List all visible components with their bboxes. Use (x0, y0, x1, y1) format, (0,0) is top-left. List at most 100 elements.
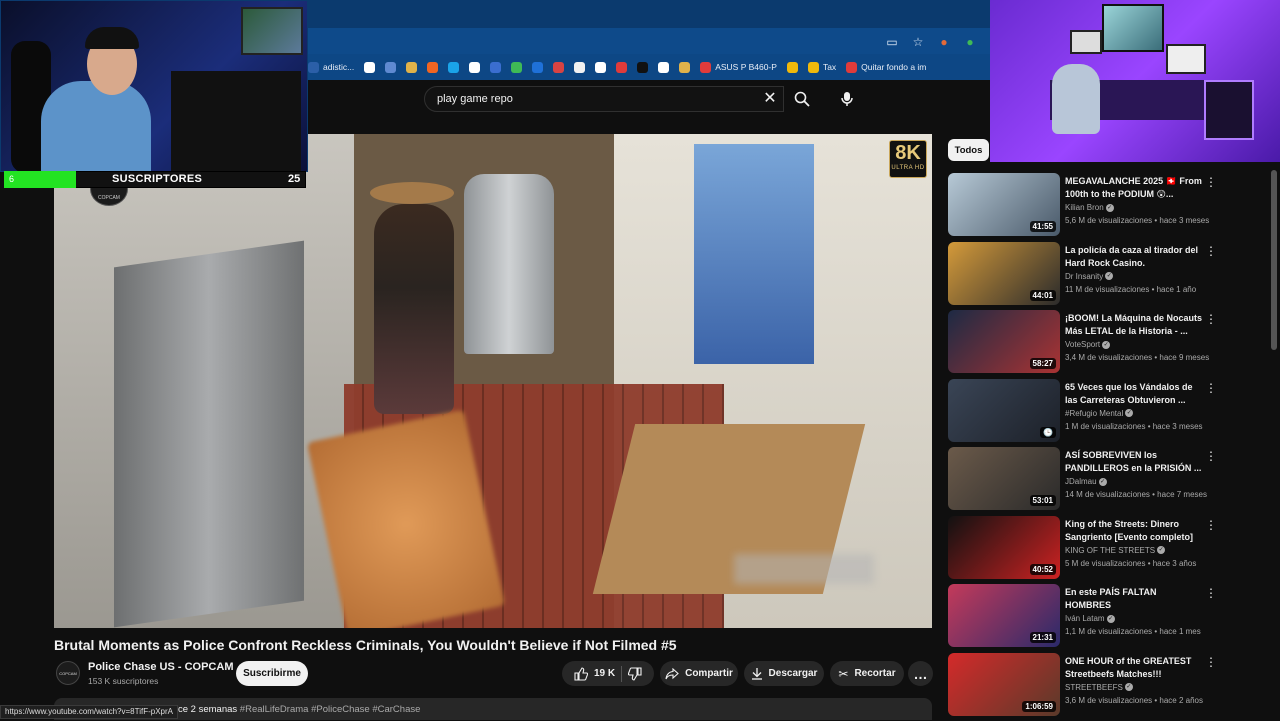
recommendation-title[interactable]: ¡BOOM! La Máquina de Nocauts Más LETAL d… (1065, 312, 1203, 338)
download-icon (751, 667, 763, 680)
bookmark-item[interactable] (448, 62, 459, 73)
recommendation-title[interactable]: MEGAVALANCHE 2025 🇨🇭 From 100th to the P… (1065, 175, 1203, 201)
bookmark-item[interactable] (469, 62, 480, 73)
video-player[interactable]: COPCAM 8K ULTRA HD (54, 134, 932, 628)
recommendation-channel[interactable]: #Refugio Mental✓ (1065, 409, 1133, 418)
bookmark-item[interactable]: Tax (808, 62, 836, 73)
recommendation-thumbnail[interactable]: 53:01 (948, 447, 1060, 510)
recommendation-item[interactable]: 53:01ASÍ SOBREVIVEN los PANDILLEROS en l… (948, 447, 1272, 516)
channel-avatar[interactable]: COPCAM (56, 661, 80, 685)
bookmark-item[interactable] (574, 62, 585, 73)
bookmark-label: adistic... (323, 62, 354, 72)
recommendation-thumbnail[interactable]: 41:55 (948, 173, 1060, 236)
extension-icon[interactable]: ● (937, 35, 951, 49)
kebab-menu-icon[interactable]: ⋮ (1205, 655, 1217, 669)
description-hashtags[interactable]: #RealLifeDrama #PoliceChase #CarChase (240, 704, 421, 715)
recommendation-thumbnail[interactable]: 58:27 (948, 310, 1060, 373)
bookmark-item[interactable]: ASUS P B460-P (700, 62, 777, 73)
search-icon (794, 91, 810, 107)
recommendation-thumbnail[interactable]: 40:52 (948, 516, 1060, 579)
recommendation-item[interactable]: 41:55MEGAVALANCHE 2025 🇨🇭 From 100th to … (948, 173, 1272, 242)
recommendation-thumbnail[interactable]: 1:06:59 (948, 653, 1060, 716)
bookmark-star-icon[interactable]: ☆ (911, 35, 925, 49)
bookmark-item[interactable] (427, 62, 438, 73)
search-input[interactable]: play game repo (424, 86, 784, 112)
clip-button[interactable]: ✂ Recortar (830, 661, 904, 686)
channel-name: Dr Insanity (1065, 272, 1103, 281)
search-button[interactable] (786, 86, 818, 112)
bookmark-favicon-icon (308, 62, 319, 73)
recommendation-item[interactable]: 1:06:59ONE HOUR of the GREATEST Streetbe… (948, 653, 1272, 721)
recommendation-item[interactable]: 58:27¡BOOM! La Máquina de Nocauts Más LE… (948, 310, 1272, 379)
description-preview: ce 2 semanas #RealLifeDrama #PoliceChase… (178, 704, 420, 715)
bookmark-item[interactable] (637, 62, 648, 73)
recommendation-channel[interactable]: VoteSport✓ (1065, 340, 1110, 349)
recommendation-title[interactable]: King of the Streets: Dinero Sangriento [… (1065, 518, 1203, 544)
recommendation-channel[interactable]: Iván Latam✓ (1065, 614, 1115, 623)
bookmark-item[interactable] (679, 62, 690, 73)
bookmark-item[interactable] (553, 62, 564, 73)
like-count[interactable]: 19 K (594, 668, 615, 679)
kebab-menu-icon[interactable]: ⋮ (1205, 244, 1217, 258)
bookmark-item[interactable] (490, 62, 501, 73)
kebab-menu-icon[interactable]: ⋮ (1205, 586, 1217, 600)
recommendation-title[interactable]: ONE HOUR of the GREATEST Streetbeefs Mat… (1065, 655, 1203, 681)
kebab-menu-icon[interactable]: ⋮ (1205, 312, 1217, 326)
bookmark-favicon-icon (532, 62, 543, 73)
recommendation-channel[interactable]: KING OF THE STREETS✓ (1065, 546, 1165, 555)
recommendation-title[interactable]: La policía da caza al tirador del Hard R… (1065, 244, 1203, 270)
bookmark-item[interactable] (364, 62, 375, 73)
share-button[interactable]: Compartir (660, 661, 738, 686)
scissors-icon: ✂ (838, 667, 848, 681)
recommendation-item[interactable]: 40:52 King of the Streets: Dinero Sangrie… (948, 516, 1272, 585)
kebab-menu-icon[interactable]: ⋮ (1205, 518, 1217, 532)
recommendation-title[interactable]: ASÍ SOBREVIVEN los PANDILLEROS en la PRI… (1065, 449, 1203, 475)
thumbs-up-icon[interactable] (574, 667, 588, 681)
more-actions-button[interactable]: … (908, 661, 933, 686)
bookmark-favicon-icon (616, 62, 627, 73)
bookmark-item[interactable]: adistic... (308, 62, 354, 73)
bookmark-item[interactable] (511, 62, 522, 73)
recommendation-item[interactable]: 44:01La policía da caza al tirador del H… (948, 242, 1272, 311)
recommendation-thumbnail[interactable]: 🕒 (948, 379, 1060, 442)
filter-chip-all[interactable]: Todos (948, 139, 989, 161)
bookmark-label: Tax (823, 62, 836, 72)
channel-name[interactable]: Police Chase US - COPCAM (88, 661, 233, 673)
recommendation-thumbnail[interactable]: 44:01 (948, 242, 1060, 305)
watch-later-icon[interactable]: 🕒 (1040, 427, 1056, 438)
video-duration: 40:52 (1030, 564, 1056, 575)
clear-search-icon[interactable]: ✕ (762, 90, 778, 108)
video-title: Brutal Moments as Police Confront Reckle… (54, 637, 677, 653)
recommendation-item[interactable]: 21:31En este PAÍS FALTAN HOMBRES Iván Lat… (948, 584, 1272, 653)
bookmark-item[interactable] (787, 62, 798, 73)
cast-icon[interactable]: ▭ (885, 35, 899, 49)
scene-mixer (464, 174, 554, 354)
channel-name: #Refugio Mental (1065, 409, 1123, 418)
voice-search-button[interactable] (834, 86, 860, 112)
kebab-menu-icon[interactable]: ⋮ (1205, 175, 1217, 189)
subscribe-button[interactable]: Suscribirme (236, 661, 308, 686)
bookmark-item[interactable] (406, 62, 417, 73)
recommendation-channel[interactable]: STREETBEEFS✓ (1065, 683, 1133, 692)
recommendation-channel[interactable]: Dr Insanity✓ (1065, 272, 1113, 281)
recommendation-meta: 3,4 M de visualizaciones • hace 9 meses (1065, 353, 1209, 362)
recommendation-item[interactable]: 🕒 65 Veces que los Vándalos de las Carret… (948, 379, 1272, 448)
bookmark-item[interactable] (658, 62, 669, 73)
recommendation-title[interactable]: En este PAÍS FALTAN HOMBRES (1065, 586, 1203, 612)
extension-icon[interactable]: ● (963, 35, 977, 49)
bookmark-item[interactable]: Quitar fondo a im (846, 62, 926, 73)
download-button[interactable]: Descargar (744, 661, 824, 686)
kebab-menu-icon[interactable]: ⋮ (1205, 381, 1217, 395)
thumbs-down-icon[interactable] (628, 667, 642, 681)
kebab-menu-icon[interactable]: ⋮ (1205, 449, 1217, 463)
bookmark-favicon-icon (846, 62, 857, 73)
bookmark-item[interactable] (532, 62, 543, 73)
bookmark-item[interactable] (616, 62, 627, 73)
recommendation-thumbnail[interactable]: 21:31 (948, 584, 1060, 647)
scrollbar[interactable] (1271, 170, 1277, 350)
recommendation-title[interactable]: 65 Veces que los Vándalos de las Carrete… (1065, 381, 1203, 407)
bookmark-item[interactable] (595, 62, 606, 73)
bookmark-item[interactable] (385, 62, 396, 73)
recommendation-channel[interactable]: Kilian Bron✓ (1065, 203, 1114, 212)
recommendation-channel[interactable]: JDalmau✓ (1065, 477, 1107, 486)
